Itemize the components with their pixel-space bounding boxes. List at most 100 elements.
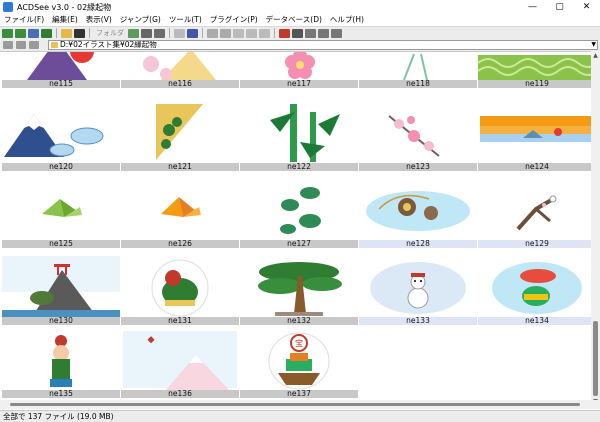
thumbnail-tile[interactable]: ne134 xyxy=(478,256,596,329)
forward-icon[interactable] xyxy=(15,28,26,38)
delete-icon[interactable] xyxy=(233,28,244,38)
folder-up-icon[interactable] xyxy=(29,41,39,49)
thumbnail-label: ne121 xyxy=(121,163,239,171)
menu-view[interactable]: 表示(V) xyxy=(82,14,116,26)
svg-text:宝: 宝 xyxy=(295,338,303,348)
tools-icon[interactable] xyxy=(279,28,290,38)
binoculars-icon[interactable] xyxy=(74,28,85,38)
thumbnail-label: ne117 xyxy=(240,80,358,88)
back-icon[interactable] xyxy=(2,28,13,38)
scrollbar-thumb[interactable] xyxy=(593,321,598,396)
thumbnail-tile[interactable]: ne126 xyxy=(121,179,239,252)
thumbnail-label: ne119 xyxy=(478,80,596,88)
thumbnail-tile[interactable]: ne135 xyxy=(2,329,120,402)
spinning-top-icon xyxy=(359,179,477,240)
turtle-shrine-icon xyxy=(2,256,120,317)
view-list-icon[interactable] xyxy=(318,28,329,38)
pine-tree-icon xyxy=(240,256,358,317)
thumbnail-tile[interactable]: ne128 xyxy=(359,179,477,252)
menu-tools[interactable]: ツール(T) xyxy=(165,14,206,26)
paper-crane-green-icon xyxy=(2,179,120,240)
cut-icon[interactable] xyxy=(207,28,218,38)
thumbnail-tile[interactable]: ne118 xyxy=(359,52,477,92)
plum-blossom-icon xyxy=(240,52,358,80)
thumbnail-label: ne125 xyxy=(2,240,120,248)
thumbnail-area: ne115 ne116 ne117 ne118 ne119 ne120 ne12… xyxy=(0,51,600,406)
menu-database[interactable]: データベース(D) xyxy=(262,14,326,26)
maximize-button[interactable]: ▢ xyxy=(546,0,573,14)
thumbnail-tile[interactable]: ne122 xyxy=(240,102,358,175)
treasure-ship-icon: 宝 xyxy=(240,329,358,390)
menu-file[interactable]: ファイル(F) xyxy=(0,14,48,26)
paper-crane-orange-icon xyxy=(121,179,239,240)
menu-jump[interactable]: ジャンプ(G) xyxy=(116,14,165,26)
thumbnail-tile[interactable]: ne120 xyxy=(2,102,120,175)
plum-branch-icon xyxy=(359,102,477,163)
thumbnail-tile[interactable]: ne119 xyxy=(478,52,596,92)
scroll-up-icon[interactable]: ▲ xyxy=(591,51,600,60)
refresh-icon[interactable] xyxy=(41,28,52,38)
thumbnail-label: ne129 xyxy=(478,240,596,248)
view-large-icon[interactable] xyxy=(292,28,303,38)
thumbnail-tile[interactable]: ne132 xyxy=(240,256,358,329)
thumbnail-tile[interactable]: ne127 xyxy=(240,179,358,252)
toolbar-separator xyxy=(274,28,275,38)
thumbnail-tile[interactable]: ne129 xyxy=(478,179,596,252)
folder-icon[interactable] xyxy=(61,28,72,38)
menu-edit[interactable]: 編集(E) xyxy=(48,14,82,26)
vertical-scrollbar[interactable]: ▲ ▼ xyxy=(591,51,600,406)
thumbnail-tile[interactable]: ne133 xyxy=(359,256,477,329)
thumbnail-tile[interactable]: ne124 xyxy=(478,102,596,175)
preview-toggle-icon[interactable] xyxy=(16,41,26,49)
paste-icon[interactable] xyxy=(220,28,231,38)
thumbnail-tile[interactable]: ne123 xyxy=(359,102,477,175)
status-text: 全部で 137 ファイル (19.0 MB) xyxy=(3,412,114,421)
properties-icon[interactable] xyxy=(259,28,270,38)
scan-icon[interactable] xyxy=(141,28,152,38)
folder-icon xyxy=(51,42,58,48)
horizontal-scrollbar[interactable] xyxy=(0,400,600,409)
camera-icon[interactable] xyxy=(154,28,165,38)
thumbnail-label: ne116 xyxy=(121,80,239,88)
minimize-button[interactable]: — xyxy=(519,0,546,14)
close-button[interactable]: ✕ xyxy=(573,0,600,14)
thumbnail-tile[interactable]: ne121 xyxy=(121,102,239,175)
acdsee-app-icon xyxy=(3,2,13,12)
menu-help[interactable]: ヘルプ(H) xyxy=(326,14,368,26)
chevron-down-icon[interactable]: ▼ xyxy=(591,41,596,49)
thumbnail-label: ne120 xyxy=(2,163,120,171)
view-details-icon[interactable] xyxy=(331,28,342,38)
rename-icon[interactable] xyxy=(246,28,257,38)
address-field[interactable]: D:¥02イラスト集¥02縁起物 ▼ xyxy=(48,40,598,50)
print-icon[interactable] xyxy=(128,28,139,38)
tree-toggle-icon[interactable] xyxy=(3,41,13,49)
thumbnail-tile[interactable]: ne131 xyxy=(121,256,239,329)
thumbnail-tile[interactable]: ne125 xyxy=(2,179,120,252)
thumbnail-tile[interactable]: ne117 xyxy=(240,52,358,92)
thumbnail-tile[interactable]: ne136 xyxy=(121,329,239,402)
thumbnail-label: ne134 xyxy=(478,317,596,325)
view-small-icon[interactable] xyxy=(305,28,316,38)
browse-label[interactable]: フォルダ xyxy=(94,28,126,38)
toolbar: フォルダ xyxy=(0,26,600,39)
status-bar: 全部で 137 ファイル (19.0 MB) xyxy=(0,410,600,422)
thumbnail-label: ne115 xyxy=(2,80,120,88)
scrollbar-thumb[interactable] xyxy=(10,403,580,406)
copy-icon[interactable] xyxy=(174,28,185,38)
snowman-icon xyxy=(359,256,477,317)
thumbnail-label: ne135 xyxy=(2,390,120,398)
thumbnail-tile[interactable]: ne115 xyxy=(2,52,120,92)
mount-fuji-sun-icon xyxy=(2,52,120,80)
pine-emblem-icon xyxy=(240,179,358,240)
thumbnail-label: ne118 xyxy=(359,80,477,88)
thumbnail-tile[interactable]: ne130 xyxy=(2,256,120,329)
menu-plugins[interactable]: プラグイン(P) xyxy=(206,14,262,26)
thumbnail-tile[interactable]: ne116 xyxy=(121,52,239,92)
thumbnail-label: ne126 xyxy=(121,240,239,248)
thumbnail-label: ne123 xyxy=(359,163,477,171)
sea-bream-lion-icon xyxy=(478,256,596,317)
thumbnail-label: ne132 xyxy=(240,317,358,325)
thumbnail-tile[interactable]: 宝 ne137 xyxy=(240,329,358,402)
up-folder-icon[interactable] xyxy=(28,28,39,38)
slideshow-icon[interactable] xyxy=(187,28,198,38)
